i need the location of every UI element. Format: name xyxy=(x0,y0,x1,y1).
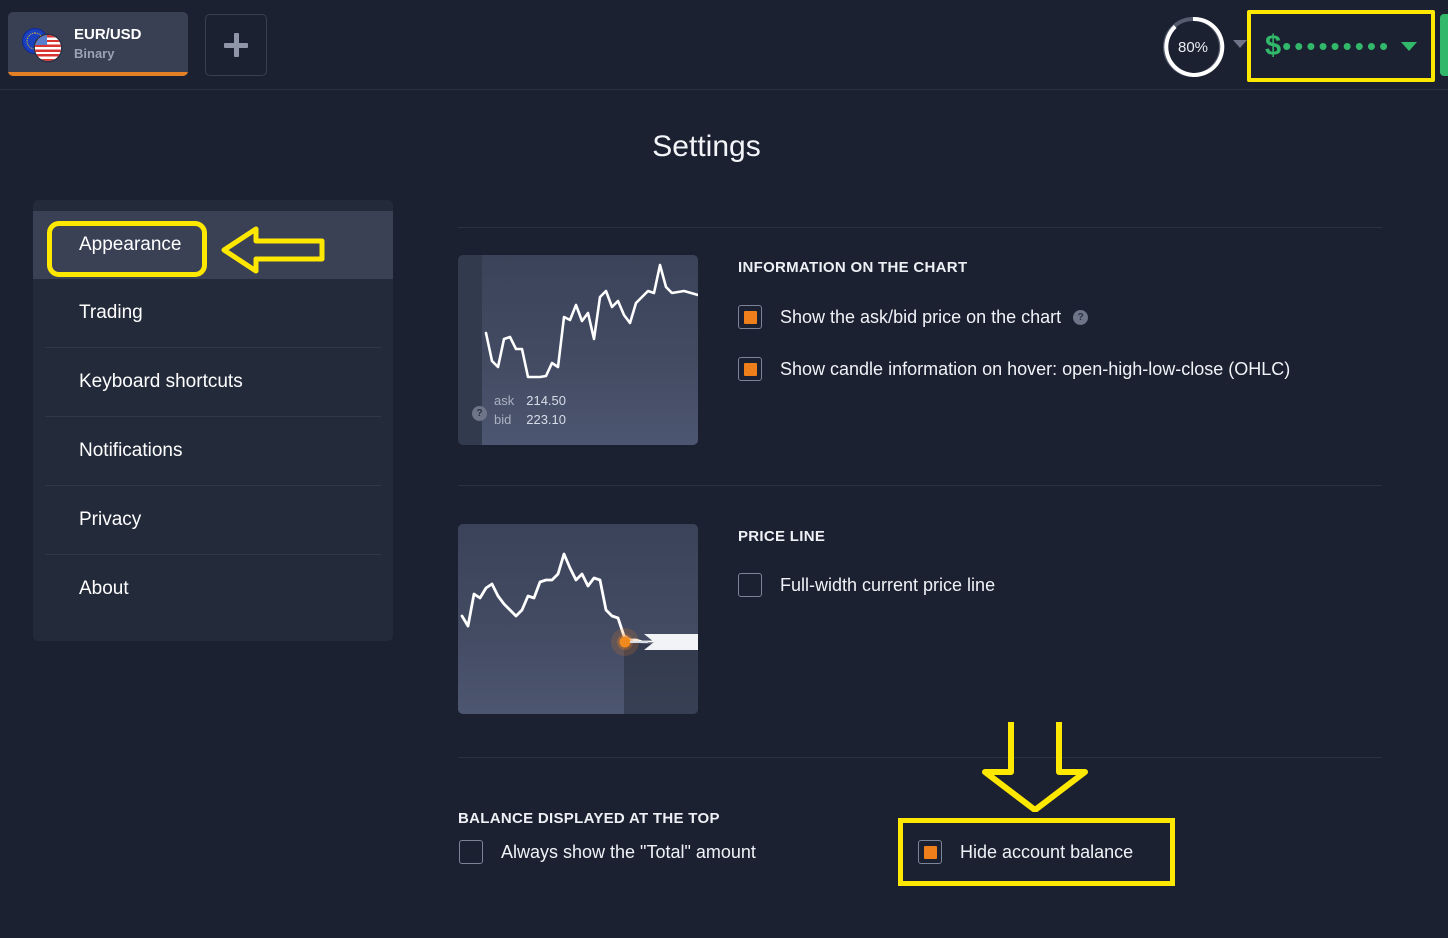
top-bar: EUR/USD Binary 80% $ ••••••••• xyxy=(0,0,1448,90)
page-title: Settings xyxy=(652,130,761,163)
ask-label: ask xyxy=(494,393,515,408)
content-divider xyxy=(458,227,1382,228)
sidebar-item-label: Keyboard shortcuts xyxy=(79,371,243,392)
balance-masked-value: ••••••••• xyxy=(1282,31,1392,61)
section-title-information-on-the-chart: INFORMATION ON THE CHART xyxy=(738,259,968,276)
asset-name: EUR/USD xyxy=(74,26,142,43)
bid-value: 223.10 xyxy=(526,412,566,427)
option-label: Show candle information on hover: open-h… xyxy=(780,358,1291,379)
asset-tab-eurusd[interactable]: EUR/USD Binary xyxy=(8,12,188,76)
annotation-arrow-down xyxy=(982,722,1088,812)
ask-value: 214.50 xyxy=(526,393,566,408)
payout-value: 80% xyxy=(1177,38,1209,56)
price-line-preview xyxy=(458,524,698,714)
preview-askbid: ask bid 214.50 223.10 xyxy=(494,391,566,429)
option-label: Hide account balance xyxy=(960,841,1134,862)
deposit-button[interactable] xyxy=(1440,14,1448,76)
section-title-balance-displayed: BALANCE DISPLAYED AT THE TOP xyxy=(458,810,720,827)
checkbox-always-show-total[interactable] xyxy=(459,840,483,864)
sidebar-item-appearance[interactable]: Appearance xyxy=(33,211,393,279)
option-show-candle-info[interactable]: Show candle information on hover: open-h… xyxy=(738,357,1290,381)
sidebar-item-keyboard-shortcuts[interactable]: Keyboard shortcuts xyxy=(33,348,393,416)
bid-label: bid xyxy=(494,412,512,427)
sidebar-item-trading[interactable]: Trading xyxy=(33,279,393,347)
us-flag-icon xyxy=(35,35,61,61)
payout-dropdown-caret-icon[interactable] xyxy=(1233,40,1247,48)
preview-price-line-icon xyxy=(460,552,698,714)
option-label: Always show the "Total" amount xyxy=(501,841,756,862)
option-label: Show the ask/bid price on the chart xyxy=(780,306,1062,327)
content-divider xyxy=(458,485,1382,486)
sidebar-item-label: Appearance xyxy=(79,234,182,255)
option-full-width-price-line[interactable]: Full-width current price line xyxy=(738,573,995,597)
sidebar-item-label: About xyxy=(79,578,129,599)
option-always-show-total[interactable]: Always show the "Total" amount xyxy=(459,840,756,864)
preview-help-icon: ? xyxy=(472,406,487,421)
help-icon[interactable]: ? xyxy=(1073,309,1089,325)
sidebar-item-label: Trading xyxy=(79,302,143,323)
sidebar-item-privacy[interactable]: Privacy xyxy=(33,486,393,554)
balance-dropdown-caret-icon[interactable] xyxy=(1401,41,1418,51)
option-hide-account-balance[interactable]: Hide account balance xyxy=(918,840,1133,864)
checkbox-show-askbid-price[interactable] xyxy=(738,305,762,329)
balance-display[interactable]: $ ••••••••• xyxy=(1251,13,1431,79)
option-label: Full-width current price line xyxy=(780,574,996,595)
sidebar-item-notifications[interactable]: Notifications xyxy=(33,417,393,485)
currency-symbol: $ xyxy=(1265,29,1282,62)
settings-sidebar: Appearance Trading Keyboard shortcuts No… xyxy=(33,200,393,641)
chart-info-preview: ? ask bid 214.50 223.10 xyxy=(458,255,698,445)
content-divider xyxy=(458,757,1382,758)
sidebar-item-label: Notifications xyxy=(79,440,183,461)
section-title-price-line: PRICE LINE xyxy=(738,528,826,545)
sidebar-item-about[interactable]: About xyxy=(33,555,393,623)
sidebar-item-label: Privacy xyxy=(79,509,142,530)
asset-type: Binary xyxy=(74,46,115,61)
asset-flags xyxy=(22,27,66,61)
checkbox-show-candle-info[interactable] xyxy=(738,357,762,381)
checkbox-hide-account-balance[interactable] xyxy=(918,840,942,864)
payout-indicator[interactable]: 80% xyxy=(1161,15,1225,79)
add-asset-button[interactable] xyxy=(205,14,267,76)
checkbox-full-width-price-line[interactable] xyxy=(738,573,762,597)
option-show-askbid-price[interactable]: Show the ask/bid price on the chart ? xyxy=(738,305,1089,329)
